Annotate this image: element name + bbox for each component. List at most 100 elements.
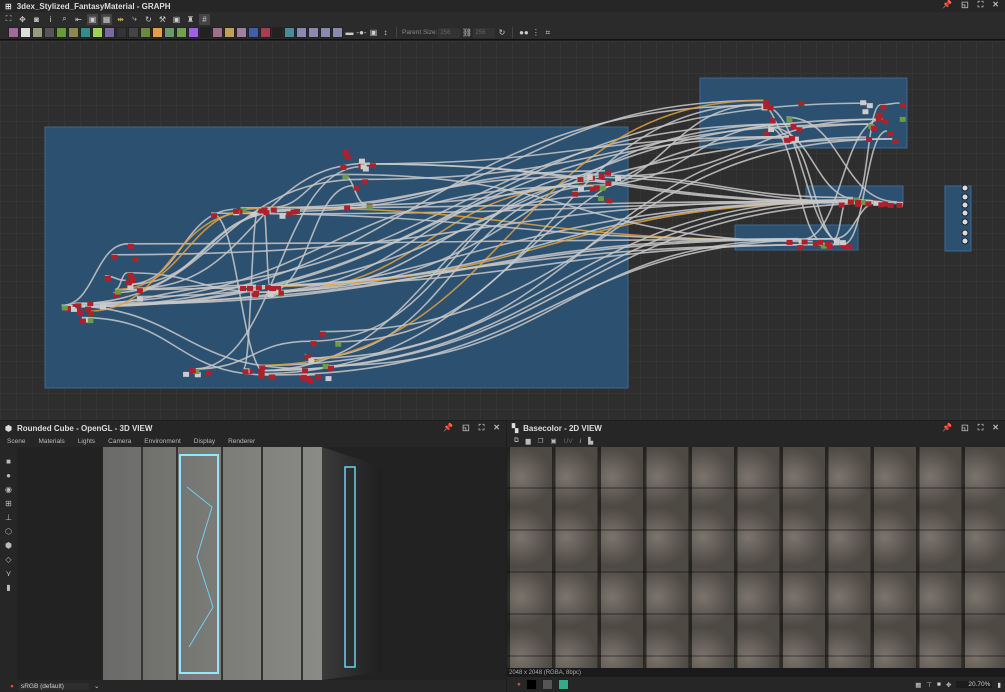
graph-node[interactable]	[270, 286, 276, 291]
graph-node[interactable]	[240, 286, 246, 291]
graph-node[interactable]	[359, 159, 365, 164]
graph-node[interactable]	[85, 307, 91, 312]
graph-node[interactable]	[253, 291, 259, 296]
export-icon[interactable]: ▣	[171, 14, 182, 25]
navigation-icon[interactable]: ↕	[380, 27, 391, 38]
menu-renderer[interactable]: Renderer	[228, 438, 255, 445]
node-type-button-18[interactable]	[224, 27, 235, 38]
align-icon[interactable]: ⇹	[115, 14, 126, 25]
graph-node[interactable]	[323, 364, 329, 369]
move-icon[interactable]: ✥	[17, 14, 28, 25]
tool-icon[interactable]: ⚒	[157, 14, 168, 25]
output-node[interactable]	[962, 202, 968, 208]
colorspace-select[interactable]: sRGB (default)	[19, 683, 89, 690]
graph-node[interactable]	[768, 105, 774, 110]
graph-node[interactable]	[340, 165, 346, 170]
graph-node[interactable]	[345, 155, 351, 160]
graph-node[interactable]	[183, 372, 189, 377]
refresh-icon[interactable]: ↻	[143, 14, 154, 25]
fit-icon[interactable]: ■	[937, 681, 941, 688]
connect-icon[interactable]: ⤷	[129, 14, 140, 25]
graph-node[interactable]	[127, 273, 133, 278]
display-icon[interactable]: ▦	[101, 14, 112, 25]
axis-icon[interactable]: ⊥	[5, 513, 12, 522]
menu-camera[interactable]: Camera	[108, 438, 131, 445]
graph-node[interactable]	[577, 177, 583, 182]
graph-node[interactable]	[877, 113, 883, 118]
graph-node[interactable]	[873, 201, 879, 206]
graph-node[interactable]	[900, 103, 906, 108]
graph-node[interactable]	[572, 192, 578, 197]
node-type-button-4[interactable]	[56, 27, 67, 38]
graph-node[interactable]	[250, 212, 256, 217]
chevron-down-icon[interactable]: ⌄	[94, 682, 99, 690]
output-node[interactable]	[962, 194, 968, 200]
graph-node[interactable]	[860, 100, 866, 105]
graph-node[interactable]	[763, 100, 769, 105]
graph-node[interactable]	[279, 214, 285, 219]
node-type-button-12[interactable]	[152, 27, 163, 38]
graph-node[interactable]	[882, 119, 888, 124]
3d-viewport[interactable]	[17, 447, 506, 680]
node-type-button-17[interactable]	[212, 27, 223, 38]
node-type-button-16[interactable]	[200, 27, 211, 38]
graph-node[interactable]	[342, 150, 348, 155]
maximize-icon[interactable]: ⛶	[978, 423, 984, 433]
graph-node[interactable]	[62, 305, 68, 310]
graph-node[interactable]	[834, 239, 840, 244]
graph-node[interactable]	[606, 198, 612, 203]
graph-node[interactable]	[294, 209, 300, 214]
graph-node[interactable]	[315, 375, 321, 380]
tile-icon[interactable]: ⊤	[926, 681, 932, 689]
graph-node[interactable]	[328, 366, 334, 371]
graph-node[interactable]	[361, 164, 367, 169]
node-type-button-23[interactable]	[284, 27, 295, 38]
graph-node[interactable]	[243, 369, 249, 374]
graph-node[interactable]	[615, 176, 621, 181]
graph-node[interactable]	[126, 280, 132, 285]
frame-icon[interactable]: ▣	[368, 27, 379, 38]
graph-node[interactable]	[190, 368, 196, 373]
graph-node[interactable]	[344, 205, 350, 210]
graph-node[interactable]	[790, 124, 796, 129]
graph-node[interactable]	[87, 318, 93, 323]
mesh-icon[interactable]: ⬡	[5, 527, 12, 536]
graph-node[interactable]	[302, 368, 308, 373]
output-node[interactable]	[962, 238, 968, 244]
graph-node[interactable]	[594, 185, 600, 190]
node-type-button-27[interactable]	[332, 27, 343, 38]
parent-size-width-select[interactable]: 256	[438, 28, 460, 38]
graph-node[interactable]	[605, 181, 611, 186]
graph-node[interactable]	[100, 304, 106, 309]
node-type-button-10[interactable]	[128, 27, 139, 38]
output-node[interactable]	[962, 230, 968, 236]
frame-all-icon[interactable]: ⛶	[3, 14, 14, 25]
bake-icon[interactable]: ♜	[185, 14, 196, 25]
graph-node[interactable]	[75, 303, 81, 308]
copy-icon[interactable]: ⧉	[514, 437, 519, 445]
graph-node[interactable]	[247, 286, 253, 291]
graph-node[interactable]	[796, 127, 802, 132]
reset-size-icon[interactable]: ↻	[496, 27, 507, 38]
maximize-icon[interactable]: ⛶	[479, 423, 485, 433]
uv-dropdown[interactable]: UV	[564, 438, 573, 445]
graph-node[interactable]	[278, 291, 284, 296]
pin-icon[interactable]: 📌	[942, 423, 952, 433]
graph-node[interactable]	[320, 332, 326, 337]
graph-node[interactable]	[839, 203, 845, 208]
grid-icon[interactable]: #	[199, 14, 210, 25]
graph-node[interactable]	[888, 203, 894, 208]
float-icon[interactable]: ◱	[961, 0, 969, 10]
graph-node[interactable]	[269, 375, 275, 380]
menu-scene[interactable]: Scene	[7, 438, 25, 445]
float-icon[interactable]: ◱	[462, 423, 470, 433]
graph-node[interactable]	[325, 376, 331, 381]
graph-node[interactable]	[587, 175, 593, 180]
channels-icon[interactable]: ●	[517, 681, 521, 688]
graph-node[interactable]	[880, 105, 886, 110]
node-type-button-6[interactable]	[80, 27, 91, 38]
graph-node[interactable]	[798, 101, 804, 106]
graph-node[interactable]	[598, 196, 604, 201]
tangent-icon[interactable]: ⋎	[6, 569, 12, 578]
graph-node[interactable]	[599, 174, 605, 179]
